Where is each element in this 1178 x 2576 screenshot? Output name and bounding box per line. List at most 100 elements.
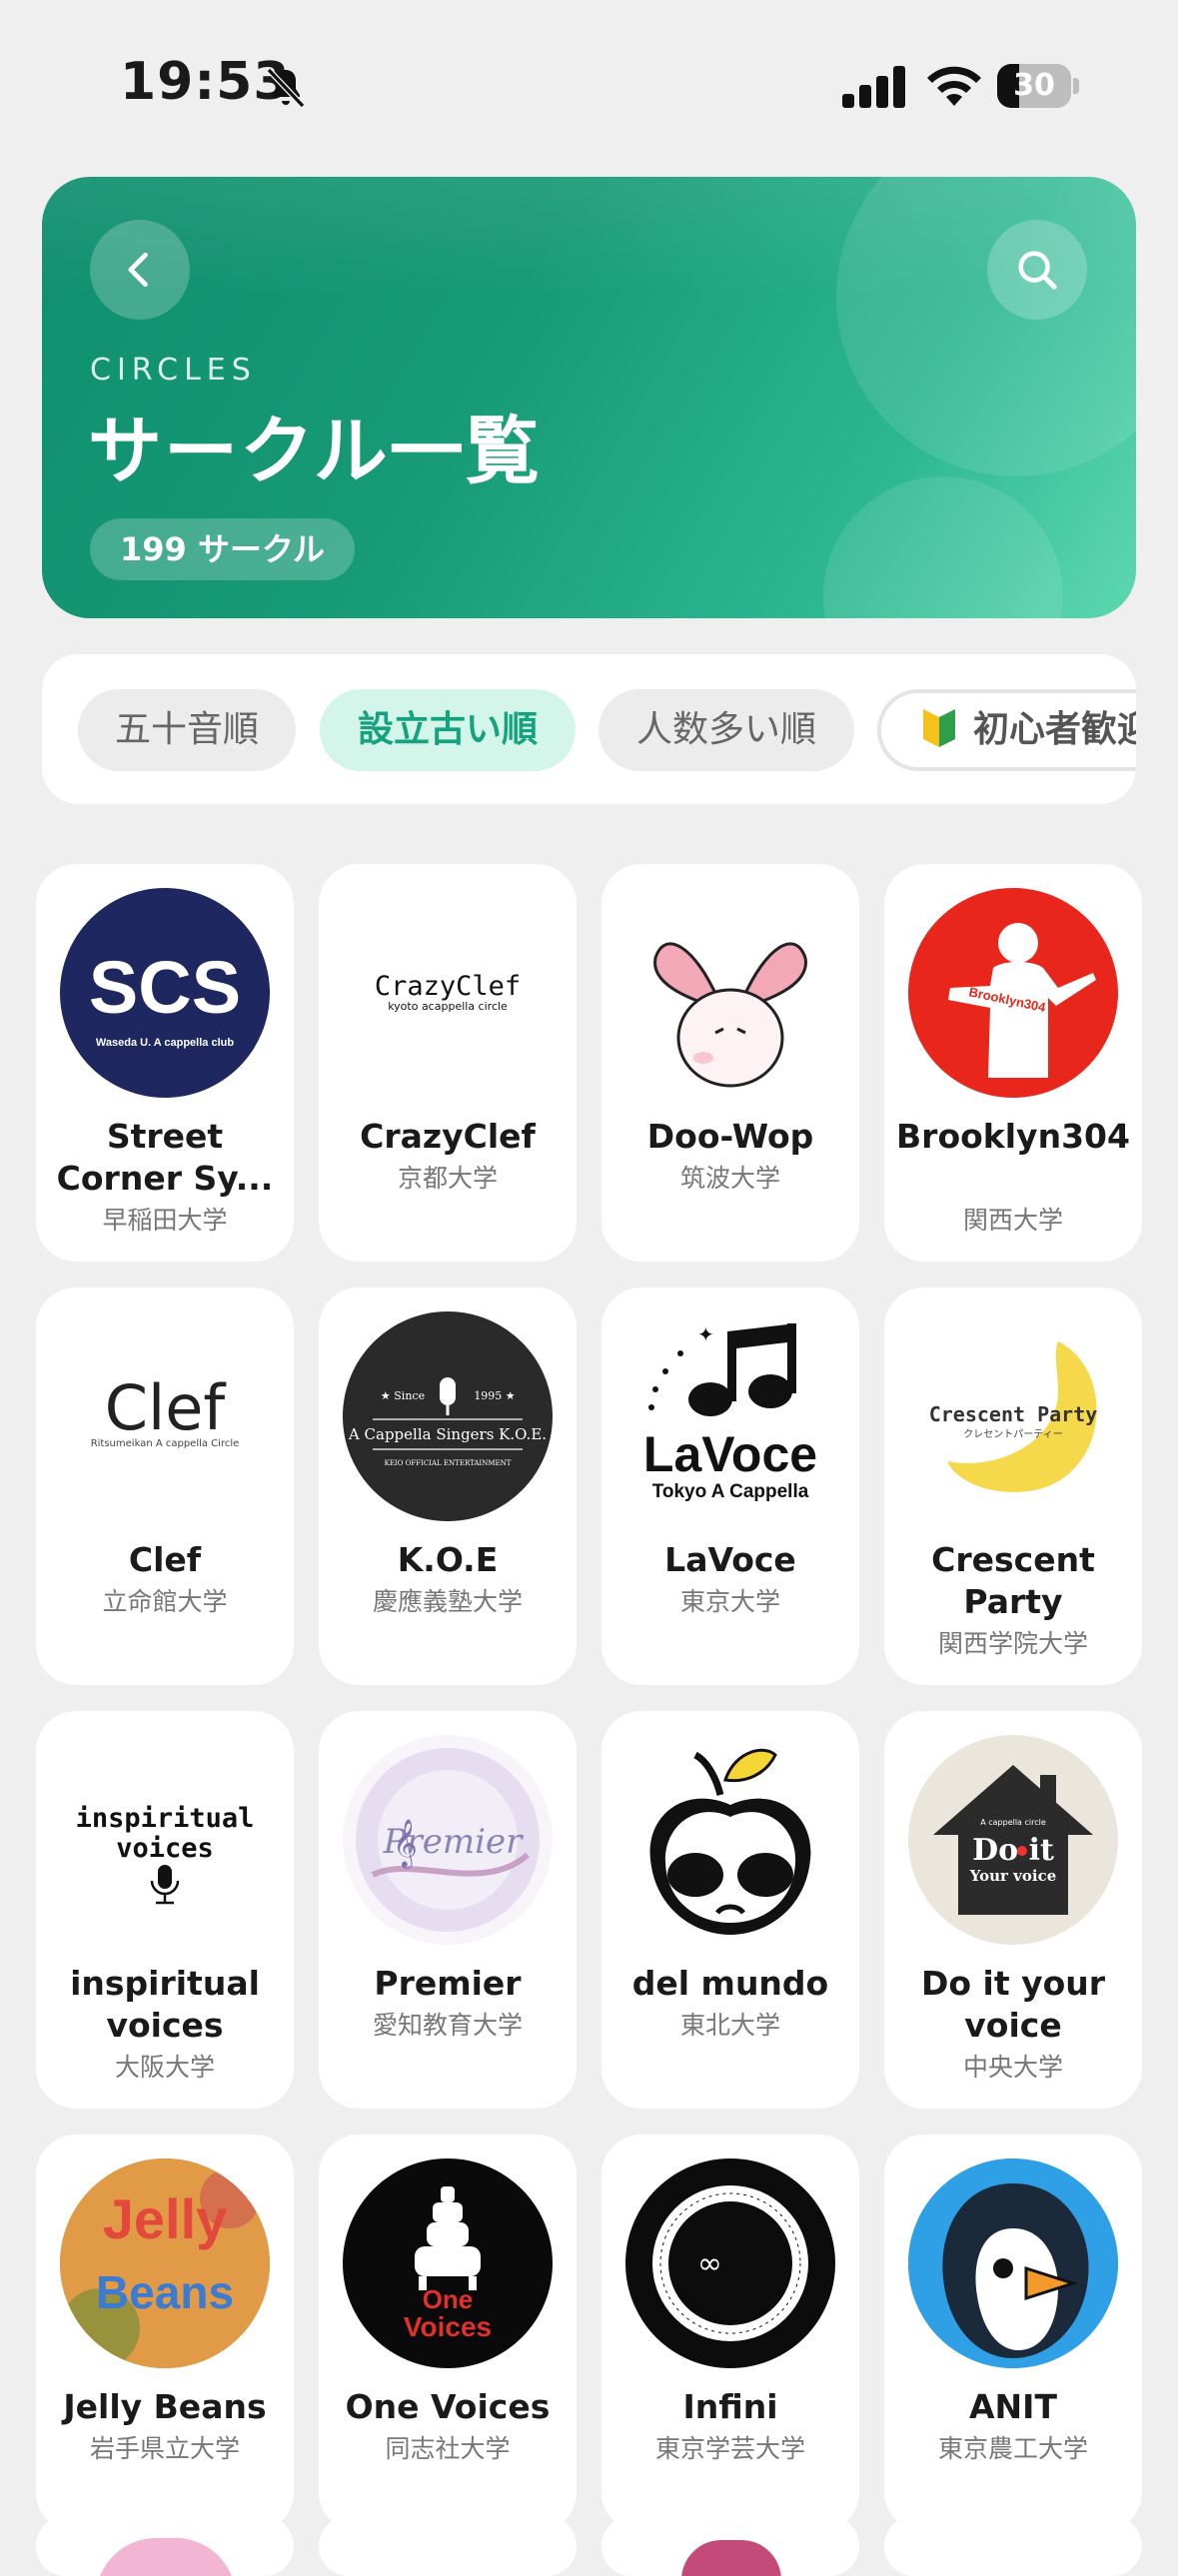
logo-text: Crescent Party xyxy=(929,1402,1098,1426)
circle-card[interactable]: Clef Ritsumeikan A cappella Circle Clef … xyxy=(36,1288,294,1685)
sort-chip-alphabetical[interactable]: 五十音順 xyxy=(78,689,296,771)
circle-logo: ★ Since 1995 ★ A Cappella Singers K.O.E.… xyxy=(343,1311,553,1521)
circle-card[interactable]: ★ Since 1995 ★ A Cappella Singers K.O.E.… xyxy=(319,1288,577,1685)
circle-logo: ∞ xyxy=(625,2158,835,2368)
logo-subtext: Tokyo A Cappella xyxy=(652,1481,809,1502)
circle-university: 立命館大学 xyxy=(102,1587,228,1616)
circle-university: 同志社大学 xyxy=(385,2434,511,2463)
circle-logo: inspiritual voices xyxy=(60,1735,270,1945)
logo-subtext: Ritsumeikan A cappella Circle xyxy=(91,1438,240,1449)
circle-name: Infini xyxy=(682,2387,778,2426)
sort-chip-most-members[interactable]: 人数多い順 xyxy=(598,689,854,771)
penguin-logo-icon xyxy=(908,2158,1118,2368)
music-notes-icon: ✦ xyxy=(648,1322,796,1416)
circle-logo: SCS Waseda U. A cappella club xyxy=(60,888,270,1098)
svg-text:Beans: Beans xyxy=(96,2266,234,2318)
circle-card[interactable]: inspiritual voices inspiritual voices 大阪… xyxy=(36,1711,294,2109)
treble-clef-icon: 𝄞 xyxy=(393,1818,418,1869)
circle-card[interactable]: A cappella circle Do it Your voice Do it… xyxy=(884,1711,1142,2109)
circle-logo: One Voices xyxy=(343,2158,553,2368)
circle-name: CrazyClef xyxy=(360,1117,536,1156)
circle-card[interactable] xyxy=(601,2516,859,2576)
circle-name: Crescent Party xyxy=(931,1540,1095,1621)
beginner-mark-icon xyxy=(923,709,955,747)
animal-stack-icon xyxy=(415,2186,481,2290)
logo-text: inspiritual xyxy=(76,1803,255,1834)
singer-silhouette-icon: Brooklyn304 xyxy=(948,923,1096,1078)
circle-name: Premier xyxy=(374,1964,522,2003)
circle-name: Street Corner Sy... xyxy=(56,1117,274,1198)
logo-subtext: KEIO OFFICIAL ENTERTAINMENT xyxy=(385,1459,512,1467)
logo-text: A Cappella Singers K.O.E. xyxy=(348,1425,547,1443)
logo-text: One xyxy=(423,2284,474,2314)
circle-name: Jelly Beans xyxy=(63,2387,267,2426)
logo-year: 1995 ★ xyxy=(474,1389,515,1402)
circle-name: del mundo xyxy=(631,1964,829,2003)
search-icon xyxy=(1018,251,1057,290)
logo-since: ★ Since xyxy=(381,1389,425,1402)
filter-chip-beginner-welcome[interactable]: 初心者歓迎 xyxy=(877,689,1136,771)
circle-card[interactable]: del mundo 東北大学 xyxy=(601,1711,859,2109)
circle-card[interactable] xyxy=(884,2516,1142,2576)
search-button[interactable] xyxy=(987,220,1087,320)
wifi-icon xyxy=(927,66,981,106)
circle-card[interactable]: Doo-Wop 筑波大学 xyxy=(601,864,859,1262)
circle-card[interactable]: Brooklyn304 Brooklyn304 関西大学 xyxy=(884,864,1142,1262)
apple-face-icon xyxy=(649,1748,811,1935)
circle-name: LaVoce xyxy=(664,1540,796,1579)
circle-card[interactable]: SCS Waseda U. A cappella club Street Cor… xyxy=(36,864,294,1262)
header-overline: CIRCLES xyxy=(90,353,257,388)
bell-slash-icon xyxy=(266,67,306,109)
circle-logo: ✦ LaVoce Tokyo A Cappella xyxy=(625,1311,835,1521)
circle-name: Doo-Wop xyxy=(646,1117,814,1156)
circle-card[interactable]: Premier 𝄞 Premier 愛知教育大学 xyxy=(319,1711,577,2109)
circle-card[interactable] xyxy=(319,2516,577,2576)
circle-logo: CrazyClef kyoto acappella circle xyxy=(343,888,553,1098)
logo-subtext: kyoto acappella circle xyxy=(388,1000,508,1013)
circle-logo: Clef Ritsumeikan A cappella Circle xyxy=(60,1311,270,1521)
crescent-moon-icon: Crescent Party クレセントパーティー xyxy=(929,1341,1098,1492)
circle-card[interactable]: CrazyClef kyoto acappella circle CrazyCl… xyxy=(319,864,577,1262)
circle-card[interactable]: One Voices One Voices 同志社大学 xyxy=(319,2135,577,2532)
signal-icon xyxy=(842,66,905,108)
sort-filter-bar[interactable]: 五十音順 設立古い順 人数多い順 初心者歓迎 xyxy=(42,654,1136,804)
circle-logo: Jelly Beans xyxy=(60,2158,270,2368)
circle-card[interactable]: Jelly Beans Jelly Beans 岩手県立大学 xyxy=(36,2135,294,2532)
circle-university: 関西大学 xyxy=(962,1206,1063,1235)
logo-text: ∞ xyxy=(697,2246,722,2281)
circle-card[interactable]: Crescent Party クレセントパーティー Crescent Party… xyxy=(884,1288,1142,1685)
circle-university: 関西学院大学 xyxy=(937,1629,1088,1658)
circle-university: 愛知教育大学 xyxy=(372,2011,523,2040)
logo-text: Do it xyxy=(972,1833,1054,1868)
logo-text: CrazyClef xyxy=(375,971,521,1002)
microphone-icon xyxy=(150,1865,180,1905)
circle-card[interactable] xyxy=(36,2516,294,2576)
circle-university: 京都大学 xyxy=(397,1164,498,1193)
circle-university: 東京学芸大学 xyxy=(654,2434,805,2463)
back-button[interactable] xyxy=(90,220,190,320)
circle-count-badge: 199 サークル xyxy=(90,518,355,580)
logo-text-2: Voices xyxy=(404,2311,492,2342)
circle-university: 大阪大学 xyxy=(114,2053,215,2082)
circle-card[interactable]: ✦ LaVoce Tokyo A Cappella LaVoce 東京大学 xyxy=(601,1288,859,1685)
circle-card[interactable]: ANIT 東京農工大学 xyxy=(884,2135,1142,2532)
circle-university: 筑波大学 xyxy=(679,1164,780,1193)
circle-logo: Brooklyn304 xyxy=(908,888,1118,1098)
circle-university: 東北大学 xyxy=(679,2011,780,2040)
circle-name: ANIT xyxy=(969,2387,1057,2426)
circle-name: Do it your voice xyxy=(920,1964,1106,2045)
header-card: CIRCLES サークル一覧 199 サークル xyxy=(42,177,1136,618)
svg-text:Jelly: Jelly xyxy=(103,2187,228,2250)
circle-university: 岩手県立大学 xyxy=(89,2434,240,2463)
circle-university: 東京大学 xyxy=(679,1587,780,1616)
logo-subtext: Waseda U. A cappella club xyxy=(96,1037,234,1049)
circle-logo xyxy=(625,888,835,1098)
chevron-left-icon xyxy=(128,252,148,288)
circle-logo: Crescent Party クレセントパーティー xyxy=(908,1311,1118,1521)
sort-chip-oldest[interactable]: 設立古い順 xyxy=(320,689,576,771)
circle-name: inspiritual voices xyxy=(70,1964,260,2045)
circle-card[interactable]: ∞ Infini 東京学芸大学 xyxy=(601,2135,859,2532)
battery-indicator: 30 xyxy=(997,64,1079,108)
circle-logo xyxy=(625,1735,835,1945)
logo-text: LaVoce xyxy=(643,1426,817,1482)
